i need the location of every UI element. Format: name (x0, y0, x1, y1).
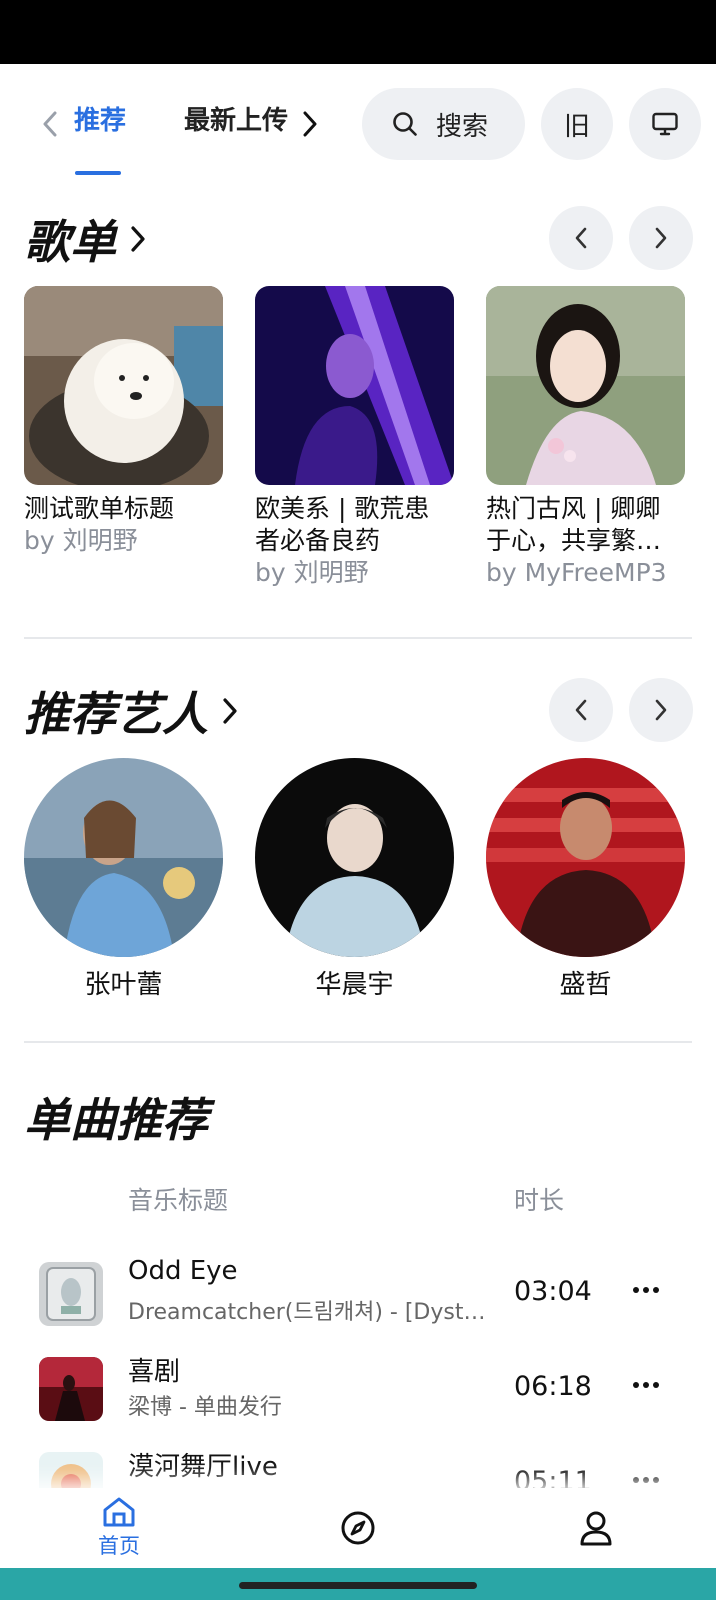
song-title: Odd Eye (128, 1256, 238, 1286)
song-duration: 03:04 (514, 1276, 592, 1307)
song-duration: 06:18 (514, 1371, 592, 1402)
tabs-scroll-left-icon[interactable] (36, 104, 64, 144)
chevron-left-icon (574, 227, 588, 249)
artist-name: 华晨宇 (315, 970, 394, 1000)
user-icon (578, 1510, 614, 1546)
playlist-card[interactable]: 欧美系 | 歌荒患者必备良药 by 刘明野 (255, 286, 454, 589)
nav-profile[interactable] (536, 1488, 656, 1568)
bottom-nav: 首页 (0, 1488, 716, 1568)
playlist-card[interactable]: 热门古风 | 卿卿于心，共享繁… by MyFreeMP3 (486, 286, 685, 589)
song-title: 漠河舞厅live (128, 1452, 278, 1482)
tab-latest-upload[interactable]: 最新上传 (184, 100, 288, 137)
nav-discover[interactable] (298, 1488, 418, 1568)
artist-name: 盛哲 (559, 970, 612, 1000)
section-divider (24, 1041, 692, 1043)
chevron-right-icon (222, 697, 238, 725)
song-row[interactable]: 喜剧 梁博 - 单曲发行 06:18 (24, 1347, 692, 1437)
song-cover (39, 1357, 103, 1421)
nav-home-label: 首页 (98, 1534, 140, 1558)
playlist-title: 热门古风 | 卿卿于心，共享繁… (486, 494, 662, 555)
chevron-right-icon (654, 227, 668, 249)
search-icon (392, 111, 418, 137)
chevron-left-icon (574, 699, 588, 721)
playlists-prev-button[interactable] (549, 206, 613, 270)
playlist-byline: by MyFreeMP3 (486, 558, 667, 587)
column-header-duration: 时长 (514, 1186, 565, 1215)
artist-photo (255, 758, 454, 957)
playlist-title: 欧美系 | 歌荒患者必备良药 (255, 494, 430, 555)
playlist-card[interactable]: 测试歌单标题 by 刘明野 (24, 286, 223, 557)
song-subtitle: Dreamcatcher(드림캐쳐) - [Dystopia : Road to… (128, 1300, 488, 1325)
artists-next-button[interactable] (629, 678, 693, 742)
chevron-right-icon (654, 699, 668, 721)
artist-card[interactable]: 盛哲 (486, 758, 685, 1005)
playlists-next-button[interactable] (629, 206, 693, 270)
playlist-title: 测试歌单标题 (24, 494, 175, 523)
search-label: 搜索 (436, 111, 489, 142)
tab-recommend[interactable]: 推荐 (74, 100, 152, 137)
playlist-byline: by 刘明野 (255, 558, 369, 587)
artist-photo (24, 758, 223, 957)
tabs-scroll-right-icon[interactable] (296, 104, 324, 144)
playlist-cover (24, 286, 223, 485)
song-subtitle: 梁博 - 单曲发行 (128, 1395, 282, 1420)
artist-card[interactable]: 张叶蕾 (24, 758, 223, 1005)
desktop-mode-button[interactable] (629, 88, 701, 160)
column-header-title: 音乐标题 (128, 1186, 229, 1215)
more-icon[interactable] (626, 1270, 666, 1310)
chevron-right-icon (130, 225, 146, 253)
playlists-heading[interactable]: 歌单 (24, 206, 146, 272)
search-button[interactable]: 搜索 (362, 88, 525, 160)
song-row[interactable]: Odd Eye Dreamcatcher(드림캐쳐) - [Dystopia :… (24, 1252, 692, 1342)
monitor-icon (651, 111, 679, 137)
section-divider (24, 637, 692, 639)
artists-title: 推荐艺人 (24, 687, 208, 741)
playlist-cover (255, 286, 454, 485)
song-title: 喜剧 (128, 1357, 181, 1387)
more-icon[interactable] (626, 1365, 666, 1405)
legacy-mode-button[interactable]: 旧 (541, 88, 613, 160)
songs-heading: 单曲推荐 (24, 1093, 208, 1147)
home-icon (102, 1496, 136, 1528)
song-cover (39, 1262, 103, 1326)
compass-icon (340, 1510, 376, 1546)
active-tab-indicator (75, 171, 121, 175)
nav-home[interactable]: 首页 (59, 1488, 179, 1568)
top-nav: 推荐 最新上传 搜索 旧 (0, 64, 716, 184)
artists-prev-button[interactable] (549, 678, 613, 742)
artist-name: 张叶蕾 (84, 970, 163, 1000)
artists-heading[interactable]: 推荐艺人 (24, 678, 238, 744)
home-indicator[interactable] (239, 1582, 477, 1589)
playlists-title: 歌单 (24, 215, 116, 269)
status-bar (0, 0, 716, 64)
artist-card[interactable]: 华晨宇 (255, 758, 454, 1005)
artist-photo (486, 758, 685, 957)
playlist-byline: by 刘明野 (24, 526, 138, 555)
playlist-cover (486, 286, 685, 485)
